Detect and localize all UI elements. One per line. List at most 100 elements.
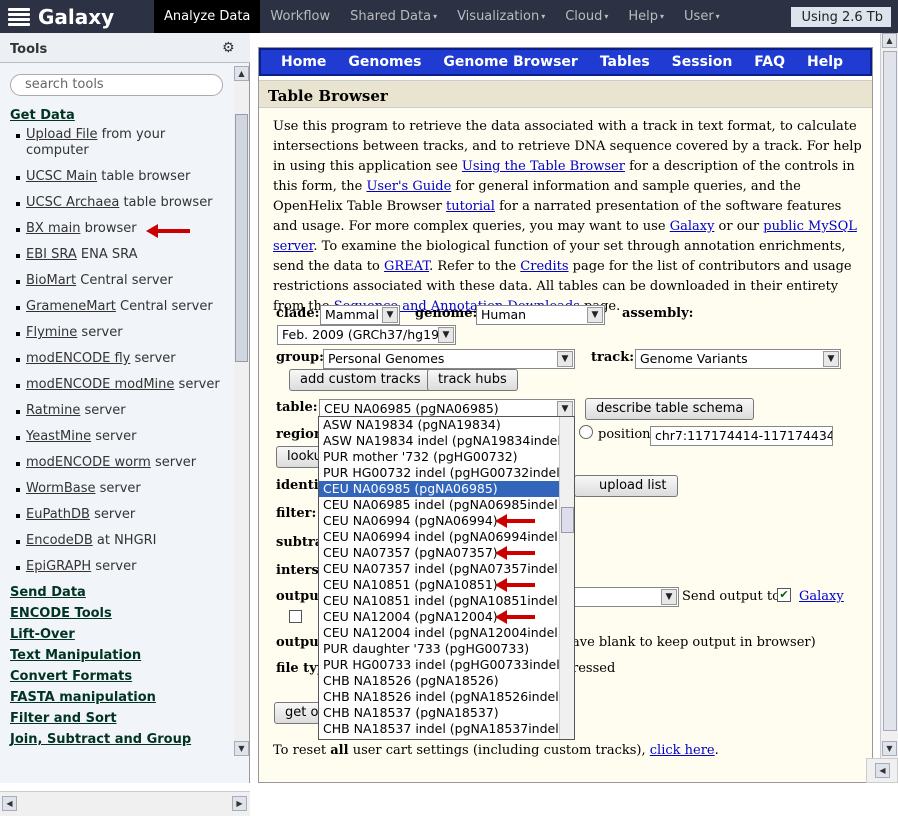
- list-item[interactable]: CEU NA06985 indel (pgNA06985indel): [319, 497, 563, 513]
- search-input[interactable]: search tools: [10, 74, 223, 96]
- link-credits[interactable]: Credits: [520, 259, 568, 274]
- scroll-down-icon[interactable]: ▼: [234, 741, 249, 756]
- link-great[interactable]: GREAT: [384, 259, 429, 274]
- center-scrollbar[interactable]: ▲ ▼: [880, 33, 898, 758]
- galaxy-logo[interactable]: Galaxy: [6, 4, 114, 30]
- nav-tables[interactable]: Tables: [589, 54, 661, 70]
- horizontal-scrollbar[interactable]: ◀ ▶: [0, 791, 250, 816]
- tool-item[interactable]: YeastMine server: [10, 429, 136, 444]
- describe-table-schema-button[interactable]: describe table schema: [585, 398, 755, 420]
- tab-visualization[interactable]: Visualization ▾: [447, 0, 555, 33]
- scrollbar-thumb[interactable]: [235, 114, 248, 362]
- list-item[interactable]: CEU NA06994 indel (pgNA06994indel): [319, 529, 563, 545]
- tool-item[interactable]: BX main browser: [10, 221, 137, 236]
- list-item-selected[interactable]: CEU NA06985 (pgNA06985): [319, 481, 559, 497]
- upload-list-button[interactable]: upload list: [574, 475, 678, 497]
- scroll-up-icon[interactable]: ▲: [882, 33, 897, 48]
- tab-user[interactable]: User ▾: [674, 0, 730, 33]
- tool-panel-scrollbar[interactable]: ▲ ▼: [234, 66, 249, 756]
- group-select[interactable]: Personal Genomes ▼: [323, 349, 575, 369]
- list-item[interactable]: PUR HG00733 indel (pgHG00733indel): [319, 657, 565, 673]
- link-users-guide[interactable]: User's Guide: [366, 179, 451, 194]
- tool-item[interactable]: modENCODE worm server: [10, 455, 196, 470]
- link-using-table-browser[interactable]: Using the Table Browser: [462, 159, 625, 174]
- galaxy-output-link[interactable]: Galaxy: [799, 589, 844, 604]
- list-item[interactable]: CHB NA18537 (pgNA18537): [319, 705, 559, 721]
- dropdown-scrollbar[interactable]: [559, 417, 574, 739]
- section-get-data[interactable]: Get Data: [10, 108, 75, 123]
- list-item[interactable]: PUR HG00732 indel (pgHG00732indel): [319, 465, 565, 481]
- section-filter-and-sort[interactable]: Filter and Sort: [10, 711, 117, 726]
- tool-item[interactable]: modENCODE fly server: [10, 351, 176, 366]
- output-format-select[interactable]: ▼: [569, 587, 679, 607]
- list-item[interactable]: CEU NA07357 indel (pgNA07357indel): [319, 561, 563, 577]
- list-item[interactable]: PUR daughter '733 (pgHG00733): [319, 641, 559, 657]
- section-encode-tools[interactable]: ENCODE Tools: [10, 606, 112, 621]
- tool-item[interactable]: UCSC Archaea table browser: [10, 195, 213, 210]
- list-item[interactable]: CHB NA18526 indel (pgNA18526indel): [319, 689, 564, 705]
- tool-item[interactable]: modENCODE modMine server: [10, 377, 220, 392]
- galaxy-checkbox[interactable]: ✔: [777, 588, 791, 602]
- assembly-select[interactable]: Feb. 2009 (GRCh37/hg19) ▼: [277, 325, 456, 345]
- list-item[interactable]: ASW NA19834 indel (pgNA19834indel): [319, 433, 566, 449]
- section-convert-formats[interactable]: Convert Formats: [10, 669, 132, 684]
- list-item[interactable]: ASW NA19834 (pgNA19834): [319, 417, 559, 433]
- list-item[interactable]: CHB NA18526 (pgNA18526): [319, 673, 559, 689]
- tool-item[interactable]: GrameneMart Central server: [10, 299, 213, 314]
- tool-item[interactable]: Ratmine server: [10, 403, 126, 418]
- track-select[interactable]: Genome Variants ▼: [635, 349, 841, 369]
- scroll-down-icon[interactable]: ▼: [882, 741, 897, 756]
- track-hubs-button[interactable]: track hubs: [427, 369, 518, 391]
- tab-shared-data[interactable]: Shared Data ▾: [340, 0, 447, 33]
- tool-item[interactable]: WormBase server: [10, 481, 141, 496]
- position-input[interactable]: chr7:117174414-117174434: [650, 426, 833, 446]
- nav-help[interactable]: Help: [796, 54, 854, 70]
- nav-faq[interactable]: FAQ: [743, 54, 796, 70]
- list-item[interactable]: CEU NA10851 indel (pgNA10851indel): [319, 593, 563, 609]
- chevron-down-icon: ▾: [433, 12, 438, 21]
- list-item[interactable]: CHB NA18537 indel (pgNA18537indel): [319, 721, 564, 737]
- scrollbar-thumb[interactable]: [883, 51, 897, 731]
- tool-item[interactable]: BioMart Central server: [10, 273, 173, 288]
- tool-item[interactable]: EuPathDB server: [10, 507, 135, 522]
- tool-item[interactable]: EpiGRAPH server: [10, 559, 136, 574]
- scrollbar-thumb[interactable]: [561, 507, 574, 533]
- nav-genome-browser[interactable]: Genome Browser: [432, 54, 588, 70]
- tab-workflow[interactable]: Workflow: [260, 0, 340, 33]
- link-galaxy[interactable]: Galaxy: [670, 219, 715, 234]
- nav-session[interactable]: Session: [661, 54, 744, 70]
- tab-analyze-data[interactable]: Analyze Data: [154, 0, 261, 33]
- tool-item[interactable]: EBI SRA ENA SRA: [10, 247, 138, 262]
- scroll-right-icon[interactable]: ▶: [232, 796, 247, 811]
- section-lift-over[interactable]: Lift-Over: [10, 627, 75, 642]
- list-item[interactable]: CEU NA12004 indel (pgNA12004indel): [319, 625, 563, 641]
- add-custom-tracks-button[interactable]: add custom tracks: [289, 369, 432, 391]
- tool-item[interactable]: Upload File from your: [10, 127, 165, 142]
- scroll-left-icon[interactable]: ◀: [2, 796, 17, 811]
- gear-icon[interactable]: ⚙: [222, 40, 235, 56]
- link-tutorial[interactable]: tutorial: [446, 199, 495, 214]
- scroll-up-icon[interactable]: ▲: [234, 66, 249, 81]
- get-output-button[interactable]: get ou: [274, 702, 322, 724]
- right-panel-collapsed[interactable]: ◀: [866, 758, 898, 783]
- send-output-label: Send output to: [682, 589, 780, 604]
- genome-select[interactable]: Human ▼: [476, 305, 605, 325]
- nav-genomes[interactable]: Genomes: [337, 54, 432, 70]
- section-join-subtract-group[interactable]: Join, Subtract and Group: [10, 732, 191, 747]
- scroll-left-icon[interactable]: ◀: [875, 763, 890, 778]
- section-fasta-manipulation[interactable]: FASTA manipulation: [10, 690, 156, 705]
- gzip-checkbox[interactable]: [289, 610, 302, 623]
- section-text-manipulation[interactable]: Text Manipulation: [10, 648, 141, 663]
- tab-cloud[interactable]: Cloud ▾: [555, 0, 618, 33]
- tool-item[interactable]: Flymine server: [10, 325, 123, 340]
- section-send-data[interactable]: Send Data: [10, 585, 86, 600]
- click-here-link[interactable]: click here: [650, 743, 715, 758]
- position-radio[interactable]: [579, 425, 593, 439]
- tab-help[interactable]: Help ▾: [618, 0, 674, 33]
- tool-item[interactable]: EncodeDB at NHGRI: [10, 533, 157, 548]
- tool-item[interactable]: UCSC Main table browser: [10, 169, 190, 184]
- table-options-list[interactable]: ASW NA19834 (pgNA19834) ASW NA19834 inde…: [318, 416, 575, 740]
- clade-select[interactable]: Mammal ▼: [320, 305, 400, 325]
- nav-home[interactable]: Home: [261, 54, 337, 70]
- list-item[interactable]: PUR mother '732 (pgHG00732): [319, 449, 559, 465]
